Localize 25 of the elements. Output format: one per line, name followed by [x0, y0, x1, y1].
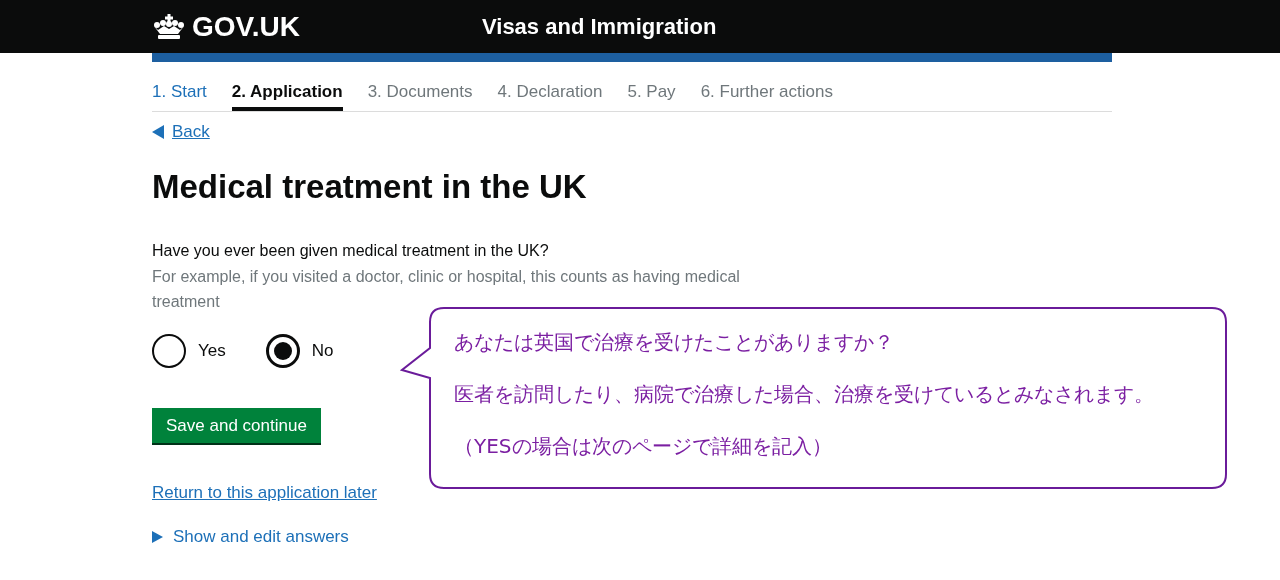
step-tab[interactable]: 2. Application	[231, 82, 343, 111]
callout-text: 医者を訪問したり、病院で治療した場合、治療を受けているとみなされます。	[454, 382, 1155, 406]
show-answers-toggle[interactable]: Show and edit answers	[152, 527, 349, 547]
back-arrow-icon	[152, 125, 164, 139]
callout-text: （YESの場合は次のページで詳細を記入）	[454, 434, 833, 458]
radio-label[interactable]: Yes	[198, 341, 226, 361]
step-tab[interactable]: 4. Declaration	[497, 82, 603, 107]
page-title: Medical treatment in the UK	[152, 168, 588, 206]
back-link[interactable]: Back	[172, 122, 210, 142]
step-tab[interactable]: 6. Further actions	[700, 82, 833, 107]
step-tab[interactable]: 3. Documents	[367, 82, 473, 107]
service-name[interactable]: Visas and Immigration	[482, 13, 717, 40]
step-tab[interactable]: 1. Start	[152, 82, 207, 107]
return-later-link[interactable]: Return to this application later	[152, 483, 377, 503]
step-tab[interactable]: 5. Pay	[627, 82, 676, 107]
crown-icon	[152, 13, 186, 40]
radio-button[interactable]	[152, 334, 186, 368]
radio-button[interactable]	[265, 334, 300, 368]
question-label: Have you ever been given medical treatment in the UK?	[152, 242, 550, 260]
radio-label[interactable]: No	[311, 341, 334, 361]
save-and-continue-button[interactable]: Save and continue	[152, 408, 321, 445]
hint-text: For example, if you visited a doctor, clinic or hospital, this counts as having medical treatment	[152, 267, 741, 312]
callout-text: あなたは英国で治療を受けたことがありますか？	[454, 330, 895, 354]
govuk-logo-link[interactable]: GOV.UK	[192, 10, 300, 43]
triangle-icon	[152, 531, 163, 543]
